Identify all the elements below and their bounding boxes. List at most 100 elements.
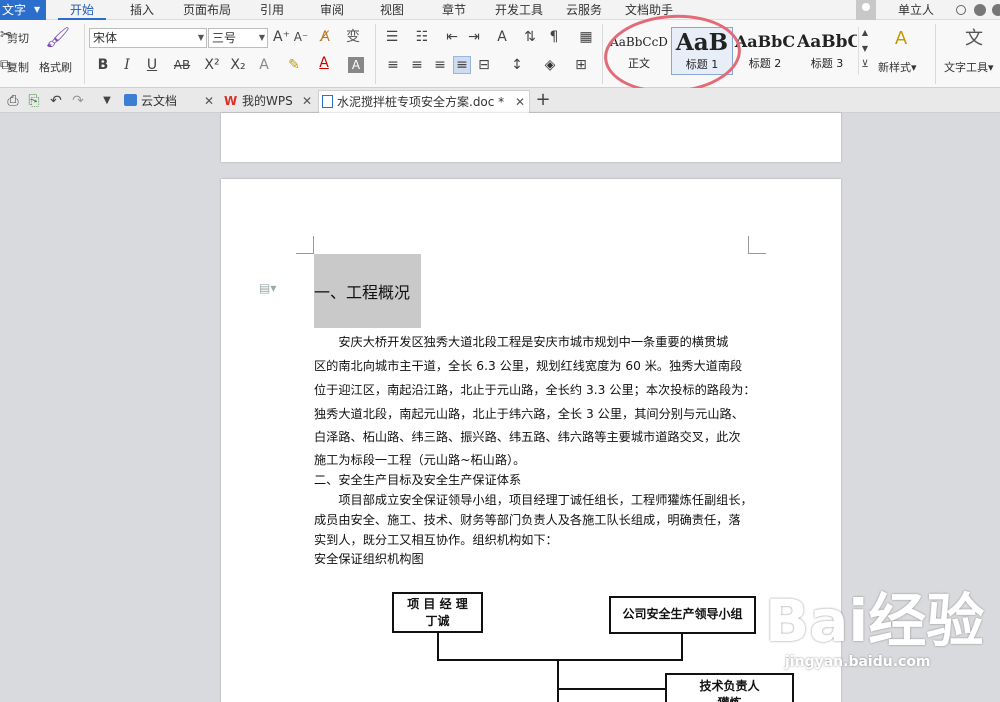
grow-font-icon[interactable]: A⁺ — [273, 29, 290, 45]
tab-chapter[interactable]: 章节 — [430, 0, 478, 20]
body-text-line[interactable]: 独秀大道北段，南起元山路，北止于纬六路，全长 3 公里，其间分别与元山路、 — [314, 406, 744, 422]
crop-mark — [296, 236, 314, 254]
show-marks-icon[interactable]: ¶ — [547, 29, 561, 45]
print-preview-icon[interactable]: ⎘ — [26, 93, 42, 109]
body-text-line[interactable]: 白泽路、柘山路、纬三路、振兴路、纬五路、纬六路等主要城市道路交叉，此次 — [314, 429, 741, 445]
bullets-icon[interactable]: ☰ — [381, 29, 403, 45]
tab-review[interactable]: 审阅 — [308, 0, 356, 20]
char-shading-icon[interactable]: A — [348, 57, 364, 73]
print-icon[interactable]: ⎙ — [4, 93, 22, 109]
text-effect-icon[interactable]: A — [256, 57, 272, 73]
tab-view[interactable]: 视图 — [368, 0, 416, 20]
format-painter-button[interactable]: 格式刷 — [39, 59, 72, 75]
chevron-down-icon[interactable]: ▼ — [860, 43, 870, 55]
body-text-line[interactable]: 项目部成立安全保证领导小组，项目经理丁诚任组长，工程师獾炼任副组长， — [314, 492, 752, 508]
italic-icon[interactable]: I — [120, 57, 134, 73]
user-area[interactable]: 单立人 — [856, 0, 1000, 20]
close-icon[interactable]: ✕ — [515, 91, 525, 113]
tab-references[interactable]: 引用 — [248, 0, 296, 20]
borders-icon[interactable]: ⊞ — [570, 57, 592, 73]
table-icon[interactable]: ▦ — [578, 29, 594, 45]
org-box-project-manager[interactable]: 项 目 经 理 丁诚 — [392, 592, 483, 633]
text-tools-icon[interactable]: 文 — [962, 28, 986, 50]
pinyin-guide-icon[interactable]: 变 — [342, 29, 364, 45]
body-text-line[interactable]: 施工为标段一工程（元山路~柘山路）。 — [314, 452, 525, 468]
user-name[interactable]: 单立人 — [898, 0, 934, 20]
tab-label: 水泥搅拌桩专项安全方案.doc * — [337, 95, 505, 109]
superscript-icon[interactable]: X² — [203, 57, 221, 73]
chevron-up-icon[interactable]: ▲ — [860, 27, 870, 39]
line-spacing-icon[interactable]: ↕ — [506, 57, 528, 73]
expand-gallery-icon[interactable]: ⊻ — [860, 59, 870, 71]
cut-button[interactable]: 剪切 — [7, 30, 29, 46]
style-preview: AaBbC — [797, 32, 857, 52]
font-name-select[interactable]: 宋体 ▼ — [89, 28, 207, 48]
sort-icon[interactable]: ⇅ — [523, 29, 537, 45]
tab-my-wps[interactable]: W 我的WPS ✕ — [222, 90, 318, 113]
tab-home[interactable]: 开始 — [58, 0, 106, 20]
new-tab-button[interactable]: + — [535, 91, 551, 109]
paragraph-menu-icon[interactable]: ▤▾ — [259, 281, 276, 295]
highlight-icon[interactable]: ✎ — [283, 57, 305, 73]
style-heading-2[interactable]: AaBbC 标题 2 — [733, 27, 797, 75]
distributed-icon[interactable]: ⊟ — [476, 57, 492, 73]
menu-bar: 文字 ▼ 开始 插入 页面布局 引用 审阅 视图 章节 开发工具 云服务 文档助… — [0, 0, 1000, 20]
chinese-layout-icon[interactable]: A — [491, 29, 513, 45]
undo-icon[interactable]: ↶ — [48, 93, 64, 109]
tab-active-document[interactable]: 水泥搅拌桩专项安全方案.doc * ✕ — [318, 90, 530, 113]
align-right-icon[interactable]: ≡ — [433, 57, 447, 73]
org-box-company-safety-group[interactable]: 公司安全生产领导小组 — [609, 596, 756, 634]
figure-caption[interactable]: 安全保证组织机构图 — [314, 551, 424, 567]
body-text-line[interactable]: 安庆大桥开发区独秀大道北段工程是安庆市城市规划中一条重要的横贯城 — [314, 334, 728, 350]
tab-cloud-docs[interactable]: 云文档 ✕ — [122, 90, 218, 113]
justify-icon[interactable]: ≡ — [453, 56, 471, 74]
tab-developer-tools[interactable]: 开发工具 — [488, 0, 550, 20]
connector-line — [559, 688, 666, 690]
shading-icon[interactable]: ◈ — [539, 57, 561, 73]
clear-format-icon[interactable]: A̸ — [316, 29, 334, 45]
body-text-line[interactable]: 成员由安全、施工、技术、财务等部门负责人及各施工队长组成，明确责任，落 — [314, 512, 741, 528]
section-heading[interactable]: 二、安全生产目标及安全生产保证体系 — [314, 472, 521, 488]
copy-button[interactable]: 复制 — [7, 59, 29, 75]
app-menu-label: 文字 — [2, 3, 27, 17]
body-text-line[interactable]: 实到人，既分工又相互协作。组织机构如下： — [314, 532, 558, 548]
document-tabs-bar: ⎙ ⎘ ↶ ↷ ▼ 云文档 ✕ W 我的WPS ✕ 水泥搅拌桩专项安全方案.doc… — [0, 88, 1000, 113]
close-icon[interactable]: ✕ — [302, 90, 312, 112]
avatar[interactable] — [856, 0, 876, 20]
increase-indent-icon[interactable]: ⇥ — [466, 29, 482, 45]
style-gallery-scroll[interactable]: ▲ ▼ ⊻ — [858, 27, 870, 75]
strikethrough-icon[interactable]: AB — [170, 57, 194, 73]
watermark-url: jingyan.baidu.com — [785, 654, 931, 670]
new-style-icon[interactable]: A — [889, 28, 913, 50]
format-painter-icon[interactable]: 🖌 — [45, 26, 70, 48]
shrink-font-icon[interactable]: A⁻ — [293, 29, 309, 45]
decrease-indent-icon[interactable]: ⇤ — [444, 29, 460, 45]
numbering-icon[interactable]: ☷ — [411, 29, 433, 45]
redo-icon[interactable]: ↷ — [70, 93, 86, 109]
tab-page-layout[interactable]: 页面布局 — [176, 0, 238, 20]
subscript-icon[interactable]: X₂ — [229, 57, 247, 73]
quick-access-dropdown-icon[interactable]: ▼ — [100, 93, 114, 109]
chevron-down-icon: ▼ — [197, 33, 204, 42]
align-left-icon[interactable]: ≡ — [386, 57, 400, 73]
tab-insert[interactable]: 插入 — [118, 0, 166, 20]
style-heading-3[interactable]: AaBbC 标题 3 — [797, 27, 857, 75]
previous-page — [221, 113, 841, 162]
font-size-select[interactable]: 三号 ▼ — [208, 28, 268, 48]
body-text-line[interactable]: 位于迎江区，南起沿江路，北止于元山路，全长约 3.3 公里；本次投标的路段为： — [314, 382, 756, 398]
connector-line — [437, 659, 683, 661]
org-box-person: 丁诚 — [425, 614, 450, 628]
body-text-line[interactable]: 区的南北向城市主干道，全长 6.3 公里，规划红线宽度为 60 米。独秀大道南段 — [314, 358, 742, 374]
underline-icon[interactable]: U — [142, 57, 162, 73]
app-menu-button[interactable]: 文字 ▼ — [0, 0, 46, 20]
close-icon[interactable]: ✕ — [204, 90, 214, 112]
new-style-button[interactable]: 新样式▾ — [878, 59, 917, 75]
font-color-icon[interactable]: A — [316, 55, 332, 71]
settings-icon[interactable] — [992, 4, 1000, 16]
text-tools-button[interactable]: 文字工具▾ — [944, 59, 994, 75]
skin-icon[interactable] — [974, 4, 986, 16]
tab-cloud-services[interactable]: 云服务 — [560, 0, 608, 20]
bold-icon[interactable]: B — [96, 57, 110, 73]
align-center-icon[interactable]: ≡ — [410, 57, 424, 73]
document-heading[interactable]: 一、工程概况 — [314, 279, 410, 303]
